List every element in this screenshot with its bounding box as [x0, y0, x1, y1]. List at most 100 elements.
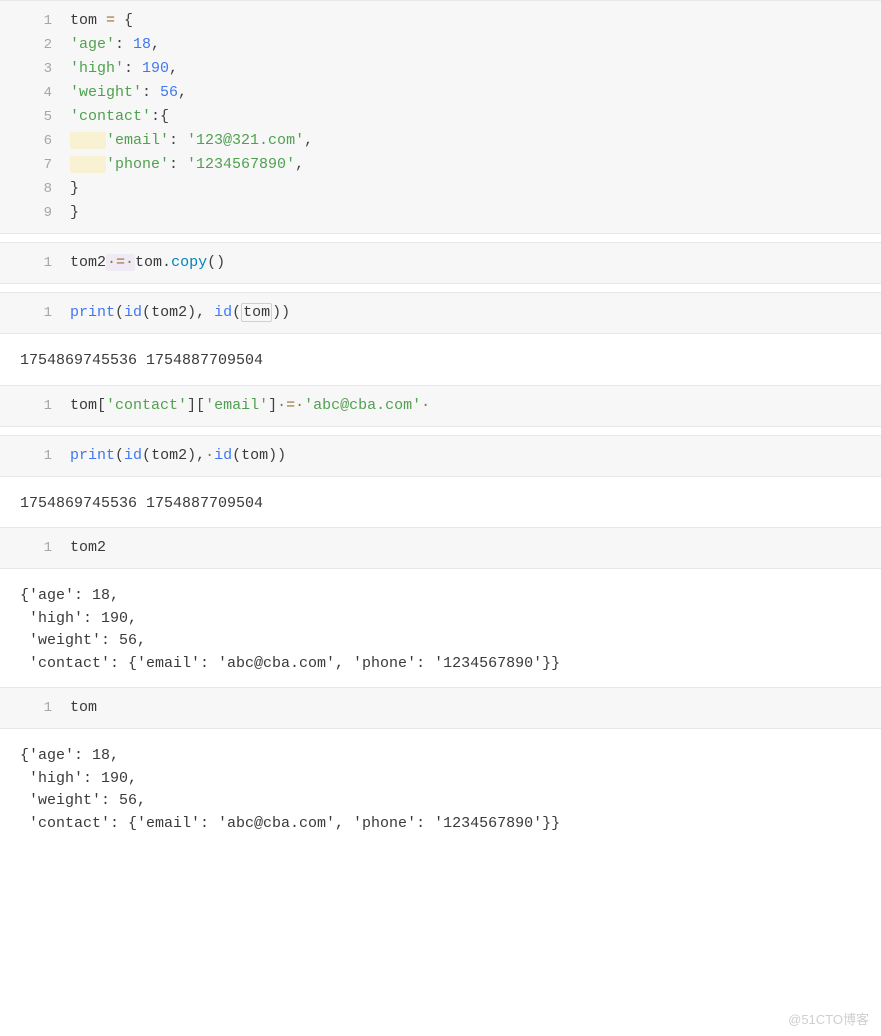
code-token: ]	[268, 397, 277, 414]
code-token: id	[214, 447, 232, 464]
code-token: ·	[205, 447, 214, 464]
code-content: tom['contact']['email']·=·'abc@cba.com'·	[70, 394, 430, 418]
code-token: {	[115, 12, 133, 29]
code-token: :	[142, 84, 160, 101]
code-token: :	[115, 36, 133, 53]
code-line: 1tom	[0, 696, 881, 720]
code-token: ,	[169, 60, 178, 77]
line-number: 2	[0, 33, 70, 57]
line-number: 4	[0, 81, 70, 105]
code-line: 1tom = {	[0, 9, 881, 33]
code-line: 1print(id(tom2), id(tom))	[0, 301, 881, 325]
code-content: tom2·=·tom.copy()	[70, 251, 225, 275]
code-token: 'abc@cba.com'	[304, 397, 421, 414]
code-content: 'phone': '1234567890',	[70, 153, 304, 177]
code-line: 1print(id(tom2),·id(tom))	[0, 444, 881, 468]
output-cell: {'age': 18, 'high': 190, 'weight': 56, '…	[0, 577, 881, 687]
line-number: 6	[0, 129, 70, 153]
code-token: (	[115, 304, 124, 321]
code-content: print(id(tom2),·id(tom))	[70, 444, 286, 468]
code-token: 'email'	[205, 397, 268, 414]
code-content: 'contact':{	[70, 105, 169, 129]
code-token: 'high'	[70, 60, 124, 77]
code-token: ,	[304, 132, 313, 149]
line-number: 1	[0, 394, 70, 418]
code-token: tom	[70, 397, 97, 414]
code-content: 'high': 190,	[70, 57, 178, 81]
code-token: ·	[421, 397, 430, 414]
line-number: 3	[0, 57, 70, 81]
code-token: ,	[151, 36, 160, 53]
output-cell: 1754869745536 1754887709504	[0, 342, 881, 385]
code-token: :	[124, 60, 142, 77]
code-cell: 1tom['contact']['email']·=·'abc@cba.com'…	[0, 385, 881, 427]
code-token: ()	[207, 254, 225, 271]
line-number: 1	[0, 696, 70, 720]
code-line: 1tom2·=·tom.copy()	[0, 251, 881, 275]
code-content: tom = {	[70, 9, 133, 33]
code-token: print	[70, 304, 115, 321]
code-token: (	[142, 304, 151, 321]
code-line: 1tom2	[0, 536, 881, 560]
code-token: tom2	[70, 254, 106, 271]
code-token: tom	[70, 12, 106, 29]
code-token: 'email'	[106, 132, 169, 149]
code-token: tom	[135, 254, 162, 271]
code-content: 'weight': 56,	[70, 81, 187, 105]
code-token: tom2	[70, 539, 106, 556]
code-token: copy	[171, 254, 207, 271]
code-cell: 1tom = {2'age': 18,3'high': 190,4'weight…	[0, 0, 881, 234]
code-token: :	[169, 156, 187, 173]
code-token: tom2	[151, 304, 187, 321]
line-number: 1	[0, 301, 70, 325]
output-cell: 1754869745536 1754887709504	[0, 485, 881, 528]
code-token	[70, 156, 106, 173]
code-content: 'age': 18,	[70, 33, 160, 57]
code-token: 'contact'	[70, 108, 151, 125]
code-token: 56	[160, 84, 178, 101]
code-token: }	[70, 204, 79, 221]
code-cell: 1tom	[0, 687, 881, 729]
line-number: 9	[0, 201, 70, 225]
line-number: 1	[0, 9, 70, 33]
line-number: 1	[0, 251, 70, 275]
code-token: ,	[295, 156, 304, 173]
code-token: ·=·	[277, 397, 304, 414]
code-content: print(id(tom2), id(tom))	[70, 301, 290, 325]
code-token: id	[214, 304, 232, 321]
code-token: (	[142, 447, 151, 464]
code-token: ),	[187, 447, 205, 464]
code-token: ][	[187, 397, 205, 414]
code-cell: 1print(id(tom2),·id(tom))	[0, 435, 881, 477]
code-cell: 1tom2	[0, 527, 881, 569]
code-line: 4'weight': 56,	[0, 81, 881, 105]
code-token: tom	[241, 447, 268, 464]
watermark: @51CTO博客	[788, 1009, 869, 1028]
code-token: (	[115, 447, 124, 464]
code-token: tom	[70, 699, 97, 716]
code-line: 6 'email': '123@321.com',	[0, 129, 881, 153]
code-token	[70, 132, 106, 149]
code-content: tom2	[70, 536, 106, 560]
code-token: id	[124, 304, 142, 321]
notebook-root: 1tom = {2'age': 18,3'high': 190,4'weight…	[0, 0, 881, 847]
code-line: 8}	[0, 177, 881, 201]
code-line: 5'contact':{	[0, 105, 881, 129]
line-number: 1	[0, 536, 70, 560]
code-token: tom2	[151, 447, 187, 464]
code-token: 18	[133, 36, 151, 53]
code-token: .	[162, 254, 171, 271]
code-token: :{	[151, 108, 169, 125]
code-token: =	[106, 12, 115, 29]
code-line: 2'age': 18,	[0, 33, 881, 57]
line-number: 7	[0, 153, 70, 177]
code-line: 7 'phone': '1234567890',	[0, 153, 881, 177]
code-line: 3'high': 190,	[0, 57, 881, 81]
code-cell: 1tom2·=·tom.copy()	[0, 242, 881, 284]
code-token: 'phone'	[106, 156, 169, 173]
line-number: 1	[0, 444, 70, 468]
code-token: '123@321.com'	[187, 132, 304, 149]
code-token: ))	[272, 304, 290, 321]
code-token: (	[232, 304, 241, 321]
code-token: }	[70, 180, 79, 197]
